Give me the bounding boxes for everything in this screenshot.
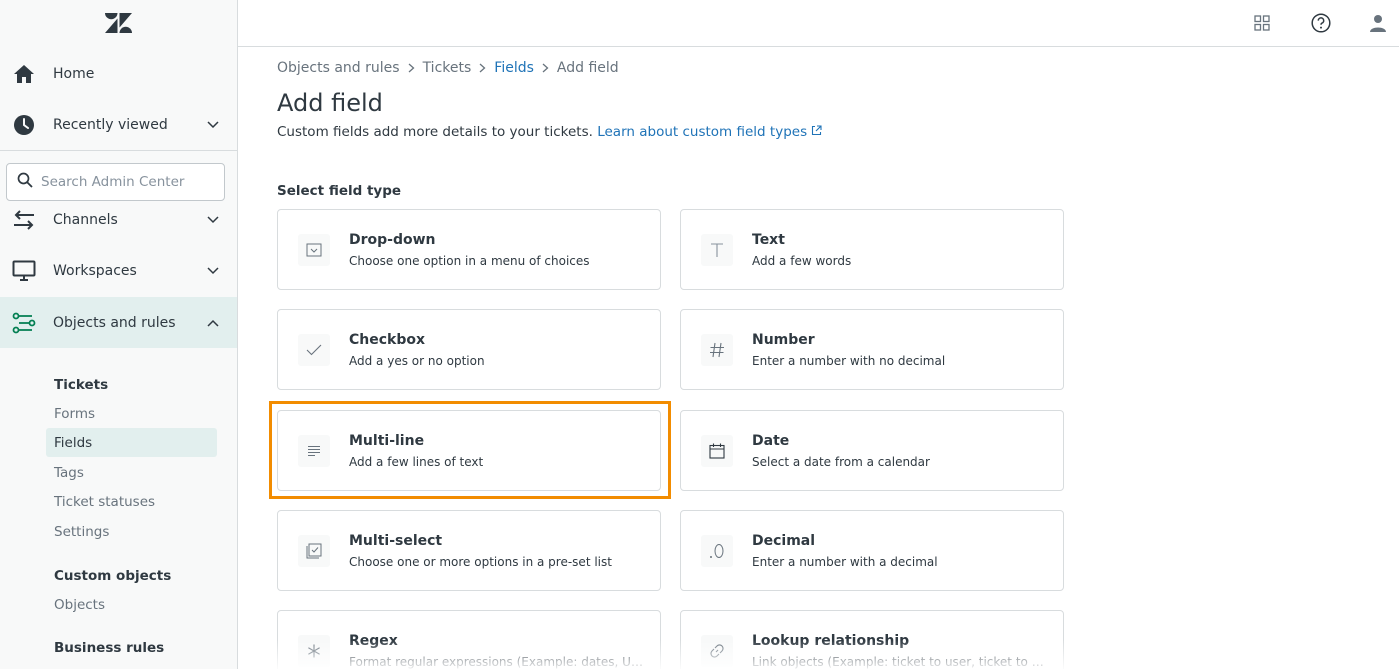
breadcrumb-objects-and-rules[interactable]: Objects and rules (277, 60, 400, 76)
sidebar-item-fields[interactable]: Fields (46, 428, 217, 457)
apps-grid-icon[interactable] (1250, 11, 1274, 35)
home-icon (12, 62, 36, 86)
field-type-checkbox[interactable]: Checkbox Add a yes or no option (277, 309, 661, 390)
sidebar-item-settings[interactable]: Settings (46, 517, 217, 546)
nav-recently-viewed[interactable]: Recently viewed (0, 99, 237, 150)
nav-channels[interactable]: Channels (0, 195, 237, 245)
text-icon (701, 234, 733, 266)
field-type-description: Choose one option in a menu of choices (349, 254, 590, 268)
channels-icon (12, 208, 36, 232)
field-type-regex[interactable]: Regex Format regular expressions (Exampl… (277, 610, 661, 669)
field-type-title: Text (752, 232, 785, 248)
search-icon (17, 172, 33, 192)
field-type-multi-select[interactable]: Multi-select Choose one or more options … (277, 510, 661, 591)
user-icon[interactable] (1366, 11, 1390, 35)
top-bar (238, 0, 1399, 47)
page-description: Custom fields add more details to your t… (277, 124, 822, 140)
chevron-right-icon (479, 63, 486, 73)
sidebar-item-objects[interactable]: Objects (46, 590, 217, 619)
field-type-title: Regex (349, 633, 398, 649)
tickets-section-heading: Tickets (54, 377, 109, 393)
chevron-up-icon (206, 316, 220, 330)
field-type-date[interactable]: Date Select a date from a calendar (680, 410, 1064, 491)
learn-link-label: Learn about custom field types (597, 124, 808, 140)
lines-icon (298, 435, 330, 467)
chevron-down-icon (206, 213, 220, 227)
nav-channels-label: Channels (53, 212, 118, 228)
field-type-text[interactable]: Text Add a few words (680, 209, 1064, 290)
nav-objects-and-rules-label: Objects and rules (53, 314, 176, 331)
hash-icon (701, 334, 733, 366)
link-icon (701, 635, 733, 667)
field-type-description: Add a yes or no option (349, 354, 485, 368)
breadcrumb: Objects and rules Tickets Fields Add fie… (277, 60, 619, 76)
field-type-number[interactable]: Number Enter a number with no decimal (680, 309, 1064, 390)
field-type-multi-line[interactable]: Multi-line Add a few lines of text (277, 410, 661, 491)
field-type-description: Enter a number with a decimal (752, 555, 938, 569)
nav-home-label: Home (53, 65, 95, 82)
business-rules-section-heading: Business rules (54, 640, 165, 656)
chevron-down-icon (206, 264, 220, 278)
field-type-title: Multi-line (349, 433, 425, 449)
decimal-icon (701, 535, 733, 567)
field-type-dropdown[interactable]: Drop-down Choose one option in a menu of… (277, 209, 661, 290)
learn-custom-field-types-link[interactable]: Learn about custom field types (597, 124, 822, 140)
objects-rules-icon (12, 311, 36, 335)
sidebar-item-tags[interactable]: Tags (46, 458, 217, 487)
checkmark-icon (298, 334, 330, 366)
field-type-title: Checkbox (349, 332, 426, 348)
sidebar-item-ticket-statuses[interactable]: Ticket statuses (46, 487, 217, 516)
breadcrumb-add-field: Add field (556, 60, 619, 76)
sidebar: Home Recently viewed Channels Workspaces (0, 0, 238, 669)
help-icon[interactable] (1309, 11, 1333, 35)
field-type-title: Multi-select (349, 533, 443, 549)
field-type-title: Decimal (752, 533, 816, 549)
breadcrumb-tickets[interactable]: Tickets (423, 60, 472, 76)
breadcrumb-fields[interactable]: Fields (494, 60, 534, 76)
field-type-description: Add a few lines of text (349, 455, 484, 469)
field-type-title: Drop-down (349, 232, 436, 248)
field-type-lookup-relationship[interactable]: Lookup relationship Link objects (Exampl… (680, 610, 1064, 669)
chevron-down-icon (206, 118, 220, 132)
select-field-type-label: Select field type (277, 183, 402, 199)
sidebar-divider (0, 150, 237, 151)
search-input[interactable] (41, 174, 211, 190)
page-description-text: Custom fields add more details to your t… (277, 124, 593, 140)
field-type-decimal[interactable]: Decimal Enter a number with a decimal (680, 510, 1064, 591)
field-type-title: Number (752, 332, 815, 348)
field-type-title: Lookup relationship (752, 633, 910, 649)
sidebar-item-forms[interactable]: Forms (46, 399, 217, 428)
field-type-description: Link objects (Example: ticket to user, t… (752, 655, 1047, 669)
field-type-description: Format regular expressions (Example: dat… (349, 655, 644, 669)
calendar-icon (701, 435, 733, 467)
page-title: Add field (277, 89, 383, 117)
field-type-description: Add a few words (752, 254, 852, 268)
monitor-icon (12, 259, 36, 283)
nav-workspaces[interactable]: Workspaces (0, 245, 237, 296)
nav-recently-viewed-label: Recently viewed (53, 116, 168, 133)
field-type-description: Enter a number with no decimal (752, 354, 946, 368)
asterisk-icon (298, 635, 330, 667)
chevron-right-icon (408, 63, 415, 73)
custom-objects-section-heading: Custom objects (54, 568, 172, 584)
nav-workspaces-label: Workspaces (53, 262, 137, 279)
field-type-title: Date (752, 433, 790, 449)
zendesk-logo[interactable] (0, 0, 237, 46)
chevron-right-icon (542, 63, 549, 73)
field-type-description: Choose one or more options in a pre-set … (349, 555, 612, 569)
multiselect-icon (298, 535, 330, 567)
nav-objects-and-rules[interactable]: Objects and rules (0, 297, 237, 348)
external-link-icon (812, 125, 822, 136)
dropdown-icon (298, 234, 330, 266)
clock-icon (12, 113, 36, 137)
nav-home[interactable]: Home (0, 48, 237, 99)
field-type-description: Select a date from a calendar (752, 455, 930, 469)
zendesk-logo-icon (105, 13, 132, 33)
